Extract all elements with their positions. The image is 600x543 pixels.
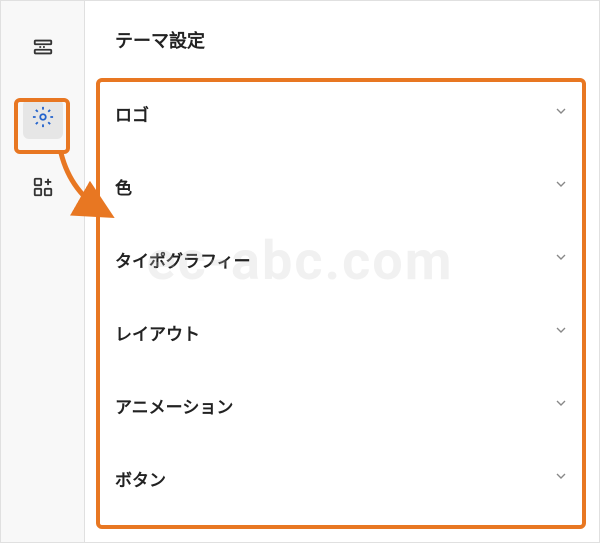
settings-item-label: 色 [115,174,132,199]
gear-icon [32,106,54,132]
settings-item-layout[interactable]: レイアウト [85,296,599,369]
add-block-icon [32,176,54,202]
settings-item-typography[interactable]: タイポグラフィー [85,223,599,296]
chevron-down-icon [553,176,569,197]
settings-item-animation[interactable]: アニメーション [85,369,599,442]
chevron-down-icon [553,103,569,124]
settings-item-label: ロゴ [115,101,149,126]
settings-item-label: タイポグラフィー [115,247,251,272]
settings-item-label: アニメーション [115,393,233,418]
settings-item-color[interactable]: 色 [85,150,599,223]
chevron-down-icon [553,468,569,489]
sections-icon [32,36,54,62]
settings-item-button[interactable]: ボタン [85,442,599,515]
settings-item-label: レイアウト [115,320,200,345]
settings-list: ロゴ 色 タイポグラフィー レイアウト [85,77,599,542]
settings-item-label: ボタン [115,466,166,491]
sidebar-item-settings[interactable] [23,99,63,139]
main-panel: テーマ設定 ロゴ 色 タイポグラフィー レイアウト [85,1,599,542]
sidebar [1,1,85,542]
page-title: テーマ設定 [85,1,599,77]
chevron-down-icon [553,395,569,416]
settings-item-logo[interactable]: ロゴ [85,77,599,150]
chevron-down-icon [553,322,569,343]
chevron-down-icon [553,249,569,270]
sidebar-item-sections[interactable] [23,29,63,69]
sidebar-item-add-block[interactable] [23,169,63,209]
